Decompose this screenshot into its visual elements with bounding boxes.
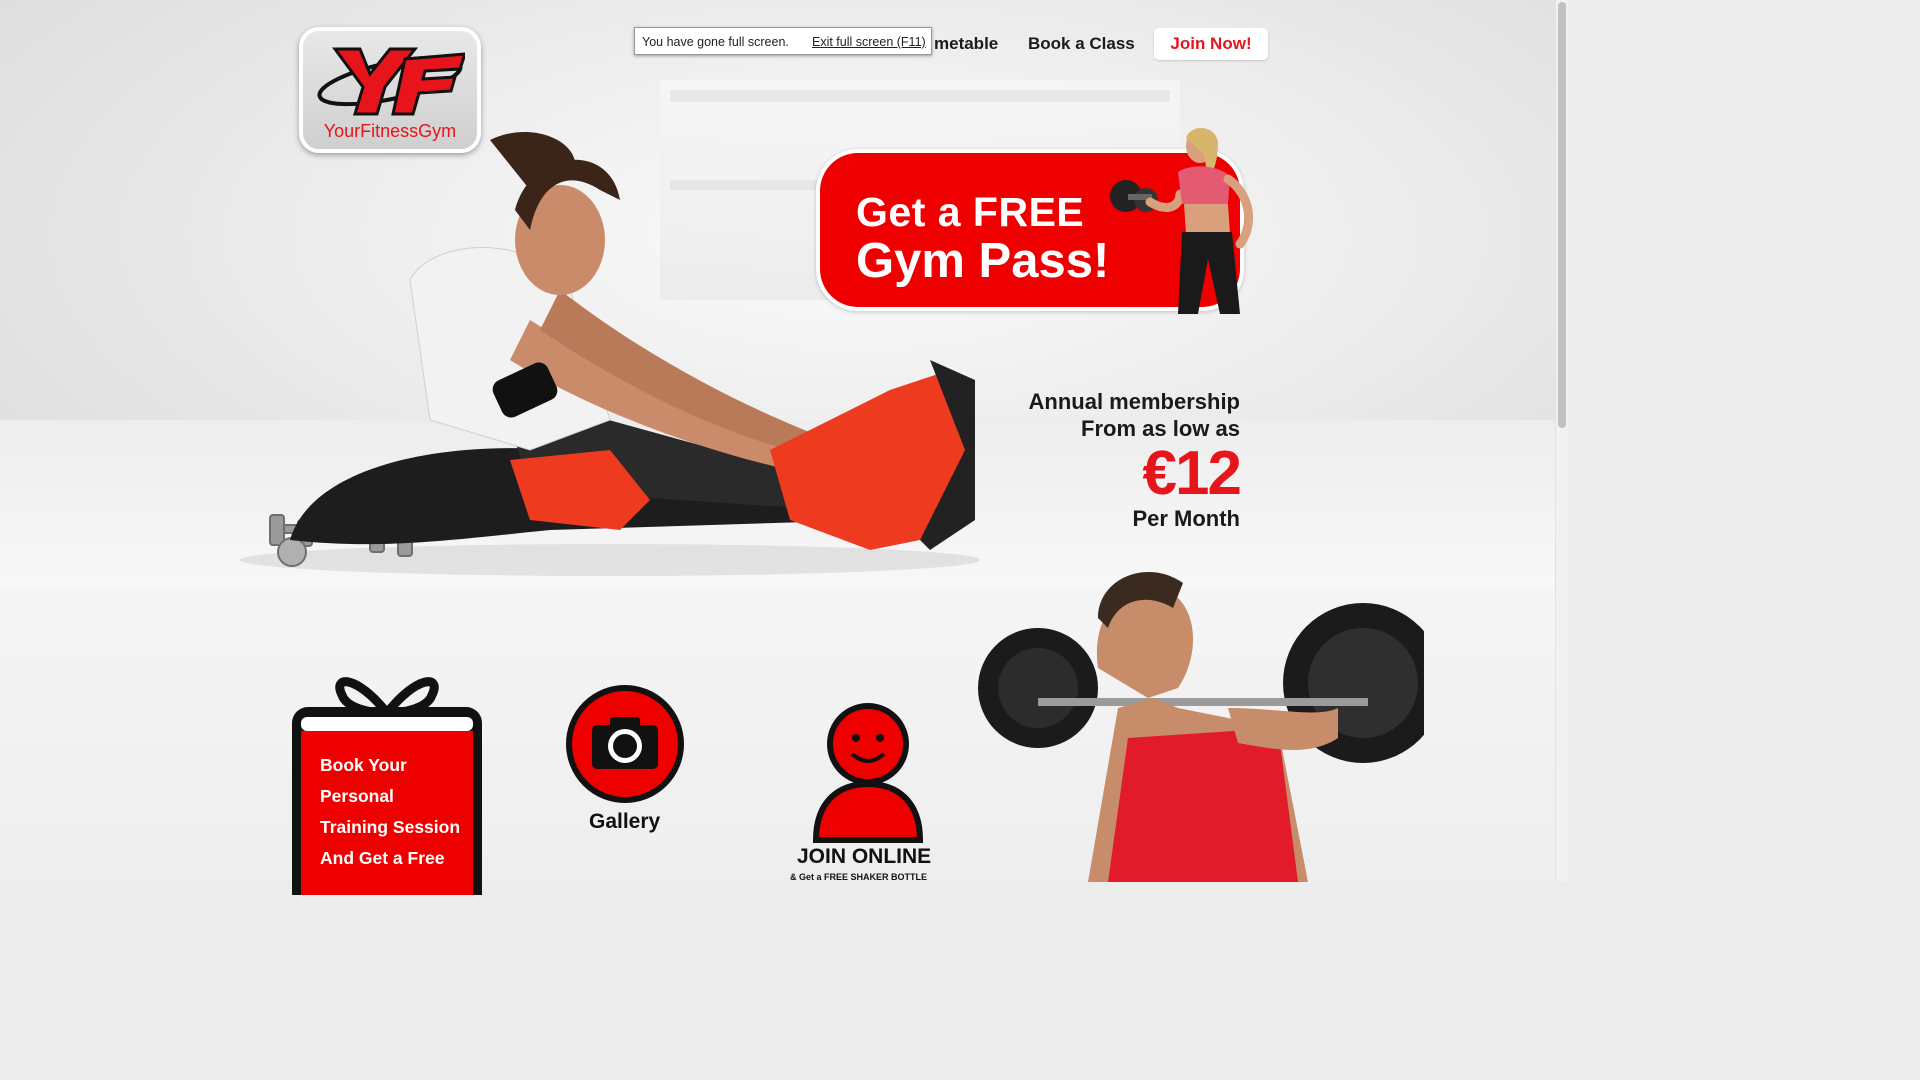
shaker-bottle-offer: & Get a FREE SHAKER BOTTLE [790, 872, 928, 882]
gallery-link[interactable]: Gallery [589, 810, 660, 834]
nav-item-book-a-class[interactable]: Book a Class [1028, 34, 1135, 54]
membership-line-2: From as low as [1081, 416, 1240, 441]
fullscreen-message: You have gone full screen. [642, 35, 789, 49]
membership-offer: Annual membership From as low as €12 Per… [1028, 388, 1242, 532]
person-icon[interactable] [808, 702, 928, 844]
promo-line-2: Gym Pass! [856, 234, 1110, 288]
scrollbar-thumb[interactable] [1558, 2, 1566, 428]
join-now-button[interactable]: Join Now! [1154, 28, 1268, 60]
exit-fullscreen-link[interactable]: Exit full screen (F11) [812, 35, 926, 49]
gift-text-line: Personal [320, 786, 394, 806]
join-online-link[interactable]: JOIN ONLINE [797, 845, 931, 869]
membership-period: Per Month [1132, 506, 1240, 531]
page-scrollbar[interactable] [1555, 0, 1568, 882]
gift-text-line: Training Session [320, 817, 461, 837]
weightlifter-image [978, 571, 1424, 882]
gift-text-line: Book Your [320, 755, 407, 775]
camera-icon[interactable] [566, 685, 684, 803]
logo-text: YourFitnessGym [323, 121, 457, 141]
membership-price: €12 [1142, 439, 1242, 508]
personal-training-offer[interactable]: Book Your Personal Training Session And … [320, 750, 470, 874]
nav-item-timetable[interactable]: metable [934, 34, 998, 54]
fullscreen-notification: You have gone full screen. Exit full scr… [634, 27, 932, 55]
gift-text-line: And Get a Free [320, 848, 445, 868]
background-window-frame [670, 90, 1170, 102]
dumbbell-woman-image [1110, 127, 1254, 314]
membership-line-1: Annual membership [1028, 389, 1240, 414]
promo-line-1: Get a FREE [856, 189, 1085, 235]
